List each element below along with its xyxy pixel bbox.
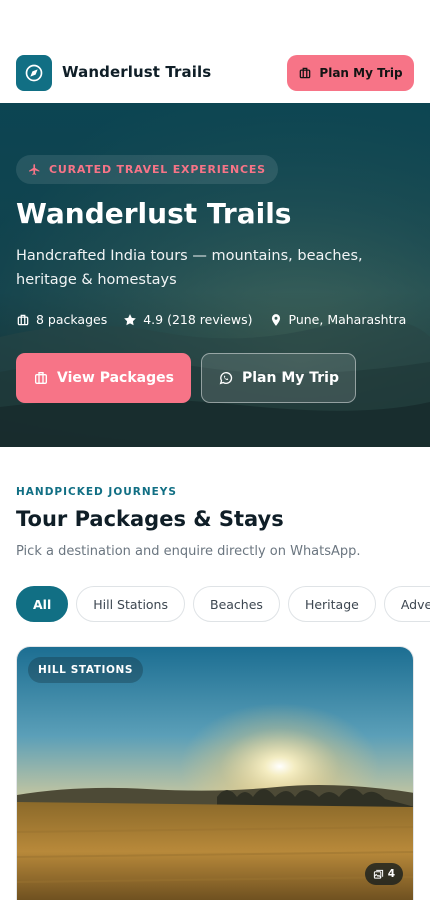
plan-trip-whatsapp-button[interactable]: Plan My Trip bbox=[201, 353, 356, 403]
plan-trip-header-label: Plan My Trip bbox=[319, 66, 403, 80]
images-icon bbox=[373, 869, 383, 879]
hero-badge: CURATED TRAVEL EXPERIENCES bbox=[16, 155, 278, 184]
airplane-icon bbox=[29, 164, 40, 175]
suitcase-icon bbox=[17, 314, 29, 325]
meta-rating: 4.9 (218 reviews) bbox=[123, 312, 253, 327]
package-card-image bbox=[17, 647, 413, 900]
meta-packages-text: 8 packages bbox=[36, 312, 108, 327]
compass-icon bbox=[25, 64, 43, 82]
package-category-tag: HILL STATIONS bbox=[28, 657, 144, 683]
meta-location-text: Pune, Maharashtra bbox=[288, 312, 407, 327]
brand-logo[interactable] bbox=[16, 55, 52, 91]
view-packages-label: View Packages bbox=[57, 370, 174, 386]
star-icon bbox=[124, 313, 137, 325]
filter-chip-heritage[interactable]: Heritage bbox=[287, 586, 376, 622]
suitcase-icon bbox=[35, 372, 48, 384]
hero-subtitle: Handcrafted India tours — mountains, bea… bbox=[16, 248, 363, 288]
app-header: Wanderlust Trails Plan My Trip bbox=[0, 0, 430, 103]
section-title: Tour Packages & Stays bbox=[16, 507, 284, 531]
hero-meta: 8 packages 4.9 (218 reviews) Pune, Mahar… bbox=[16, 312, 422, 327]
filter-chip-hill-stations[interactable]: Hill Stations bbox=[76, 586, 185, 622]
hero-badge-label: CURATED TRAVEL EXPERIENCES bbox=[49, 163, 266, 176]
meta-packages: 8 packages bbox=[16, 312, 107, 327]
filter-chip-beaches[interactable]: Beaches bbox=[193, 586, 280, 622]
view-packages-button[interactable]: View Packages bbox=[16, 353, 191, 403]
filter-chip-all[interactable]: All bbox=[16, 586, 69, 622]
meta-location: Pune, Maharashtra bbox=[269, 312, 407, 327]
map-pin-icon bbox=[271, 313, 280, 326]
brand-name[interactable]: Wanderlust Trails bbox=[62, 63, 211, 81]
filter-chip-adventure[interactable]: Adventure bbox=[383, 586, 430, 622]
plan-trip-whatsapp-label: Plan My Trip bbox=[241, 370, 339, 386]
filter-chips: AllHill StationsBeachesHeritageAdventure bbox=[16, 586, 430, 622]
meta-rating-text: 4.9 (218 reviews) bbox=[143, 312, 253, 327]
hero-title: Wanderlust Trails bbox=[16, 197, 292, 230]
section-eyebrow: HANDPICKED JOURNEYS bbox=[16, 486, 177, 498]
section-subtitle: Pick a destination and enquire directly … bbox=[16, 544, 361, 559]
photo-count-badge[interactable]: 4 bbox=[364, 863, 403, 885]
photo-count-value: 4 bbox=[387, 868, 395, 880]
hero-section: CURATED TRAVEL EXPERIENCES Wanderlust Tr… bbox=[0, 103, 430, 447]
whatsapp-icon bbox=[219, 372, 233, 385]
plan-trip-header-button[interactable]: Plan My Trip bbox=[287, 55, 414, 91]
suitcase-icon bbox=[300, 67, 311, 79]
package-card[interactable]: HILL STATIONS 4 bbox=[16, 646, 414, 900]
